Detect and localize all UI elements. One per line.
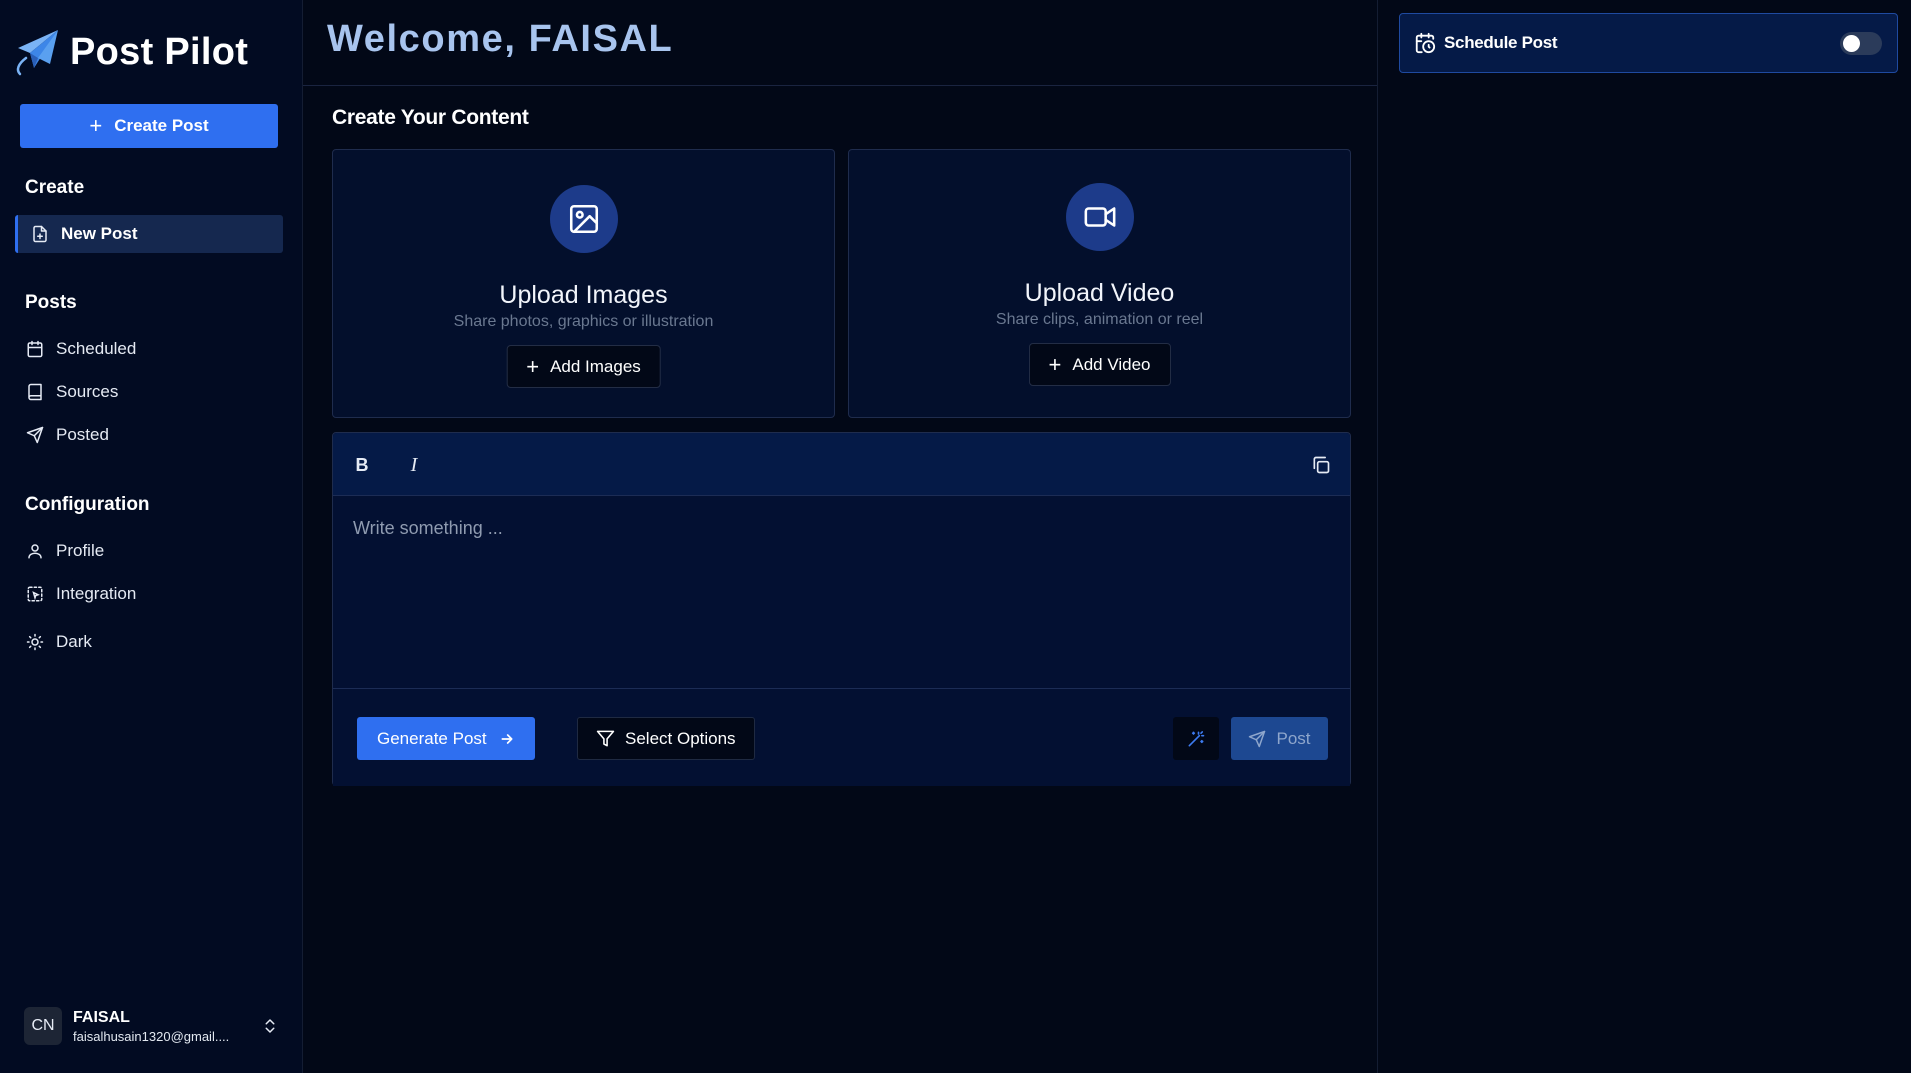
sidebar-item-label: Sources xyxy=(56,382,119,401)
user-icon xyxy=(28,544,42,559)
paper-plane-logo-icon xyxy=(16,30,58,76)
create-post-button[interactable]: + Create Post xyxy=(20,104,278,148)
upload-images-title: Upload Images xyxy=(499,281,668,309)
app: Post Pilot + Create Post Create New Post… xyxy=(0,0,1911,1073)
sidebar-item-new-post[interactable]: New Post xyxy=(15,215,283,253)
sidebar-item-profile[interactable]: Profile xyxy=(15,532,283,570)
right-panel: Schedule Post xyxy=(1378,0,1911,1073)
filter-icon xyxy=(596,730,615,747)
create-post-label: Create Post xyxy=(114,116,209,135)
ai-enhance-button[interactable] xyxy=(1173,717,1219,760)
add-images-label: Add Images xyxy=(550,356,641,376)
magic-wand-icon xyxy=(1188,730,1205,746)
upload-images-icon-wrap xyxy=(549,185,618,253)
generate-post-button[interactable]: Generate Post xyxy=(357,717,535,760)
upload-video-icon-wrap xyxy=(1065,183,1134,251)
sidebar-item-sources[interactable]: Sources xyxy=(15,373,283,411)
post-label: Post xyxy=(1276,728,1311,748)
main-content: Welcome, FAISAL Create Your Content Uplo… xyxy=(303,0,1378,1073)
page-header: Welcome, FAISAL xyxy=(303,0,1377,86)
plus-icon: + xyxy=(89,113,103,138)
sidebar-item-posted[interactable]: Posted xyxy=(15,416,283,454)
post-button[interactable]: Post xyxy=(1231,717,1328,760)
video-camera-icon xyxy=(1084,207,1115,227)
upload-images-card[interactable]: Upload Images Share photos, graphics or … xyxy=(332,149,835,418)
sidebar-item-scheduled[interactable]: Scheduled xyxy=(15,330,283,368)
sidebar: Post Pilot + Create Post Create New Post… xyxy=(0,0,303,1073)
arrow-right-icon xyxy=(501,733,513,744)
plus-icon: + xyxy=(1048,351,1062,377)
toggle-knob xyxy=(1843,35,1860,52)
chevrons-up-down-icon xyxy=(265,1019,275,1033)
sidebar-item-label: Scheduled xyxy=(56,339,137,358)
select-options-button[interactable]: Select Options xyxy=(577,717,755,760)
brand-name: Post Pilot xyxy=(70,30,249,73)
plus-icon: + xyxy=(526,353,540,379)
upload-images-subtitle: Share photos, graphics or illustration xyxy=(453,313,714,330)
logo[interactable]: Post Pilot xyxy=(14,28,248,76)
italic-button[interactable]: I xyxy=(401,452,427,478)
editor-footer: Generate Post Select Options Post xyxy=(333,688,1350,786)
file-plus-icon xyxy=(33,225,47,243)
user-email: faisalhusain1320@gmail.... xyxy=(73,1028,230,1044)
user-menu[interactable]: CN FAISAL faisalhusain1320@gmail.... xyxy=(24,1006,279,1046)
sidebar-item-dark-mode[interactable]: Dark xyxy=(15,623,283,661)
sidebar-item-label: Posted xyxy=(56,425,109,444)
sidebar-item-label: Integration xyxy=(56,584,137,603)
section-title-create: Create xyxy=(25,177,85,198)
page-title: Welcome, FAISAL xyxy=(327,18,674,60)
avatar: CN xyxy=(24,1007,62,1045)
schedule-post-label: Schedule Post xyxy=(1444,33,1558,52)
schedule-post-panel: Schedule Post xyxy=(1399,13,1898,73)
section-title-configuration: Configuration xyxy=(25,494,150,515)
user-name: FAISAL xyxy=(73,1008,130,1026)
sun-icon xyxy=(26,633,44,651)
select-options-label: Select Options xyxy=(625,728,736,748)
user-info: FAISAL faisalhusain1320@gmail.... xyxy=(73,1009,229,1044)
schedule-toggle[interactable] xyxy=(1840,32,1882,55)
sidebar-item-integration[interactable]: Integration xyxy=(15,575,283,613)
section-heading: Create Your Content xyxy=(332,106,529,129)
copy-icon xyxy=(1313,456,1330,474)
book-icon xyxy=(28,383,42,401)
sidebar-item-label: Dark xyxy=(56,632,92,651)
calendar-clock-icon xyxy=(1415,32,1436,54)
post-text-input[interactable] xyxy=(333,496,1350,621)
send-icon xyxy=(1249,730,1266,747)
sidebar-item-label: New Post xyxy=(61,224,138,243)
editor-toolbar: B I xyxy=(333,433,1350,496)
add-images-button[interactable]: + Add Images xyxy=(506,345,661,388)
add-video-button[interactable]: + Add Video xyxy=(1028,343,1171,386)
calendar-icon xyxy=(27,340,43,358)
upload-video-subtitle: Share clips, animation or reel xyxy=(995,311,1204,328)
generate-post-label: Generate Post xyxy=(377,728,487,748)
add-video-label: Add Video xyxy=(1072,354,1151,374)
integration-icon xyxy=(27,586,43,602)
bold-button[interactable]: B xyxy=(349,452,375,478)
copy-button[interactable] xyxy=(1308,452,1334,478)
image-icon xyxy=(569,204,598,234)
upload-video-title: Upload Video xyxy=(1024,279,1175,307)
section-title-posts: Posts xyxy=(25,292,77,313)
send-icon xyxy=(26,426,44,444)
post-editor: B I Generate Post xyxy=(332,432,1351,786)
sidebar-item-label: Profile xyxy=(56,541,105,560)
upload-video-card[interactable]: Upload Video Share clips, animation or r… xyxy=(848,149,1351,418)
